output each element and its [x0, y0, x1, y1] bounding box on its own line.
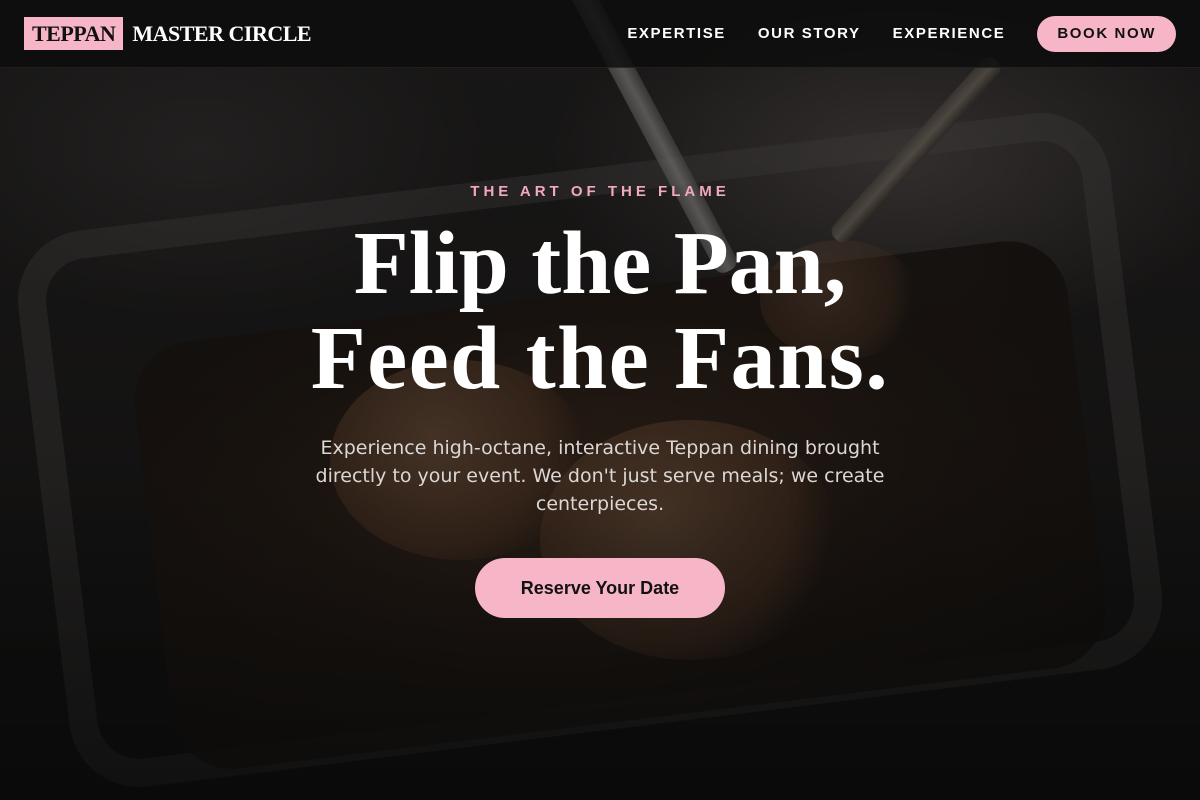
nav-link-our-story[interactable]: OUR STORY — [758, 25, 861, 42]
nav-link-experience[interactable]: EXPERIENCE — [893, 25, 1006, 42]
nav-link-expertise[interactable]: EXPERTISE — [627, 25, 726, 42]
logo-box: TEPPAN — [24, 17, 124, 50]
hero-subtext: Experience high-octane, interactive Tepp… — [315, 437, 885, 515]
headline-line-2: Feed the Fans. — [310, 309, 890, 408]
nav-links: EXPERTISE OUR STORY EXPERIENCE BOOK NOW — [627, 15, 1176, 52]
reserve-date-button[interactable]: Reserve Your Date — [475, 558, 725, 618]
headline-line-1: Flip the Pan, — [353, 214, 847, 313]
book-now-button[interactable]: BOOK NOW — [1037, 15, 1176, 52]
hero-eyebrow: THE ART OF THE FLAME — [470, 183, 730, 200]
logo-text: MASTER CIRCLE — [132, 20, 312, 46]
top-navbar: TEPPAN MASTER CIRCLE EXPERTISE OUR STORY… — [0, 0, 1200, 68]
hero-headline: Flip the Pan, Feed the Fans. — [0, 216, 1200, 406]
brand-logo[interactable]: TEPPAN MASTER CIRCLE — [24, 17, 312, 50]
